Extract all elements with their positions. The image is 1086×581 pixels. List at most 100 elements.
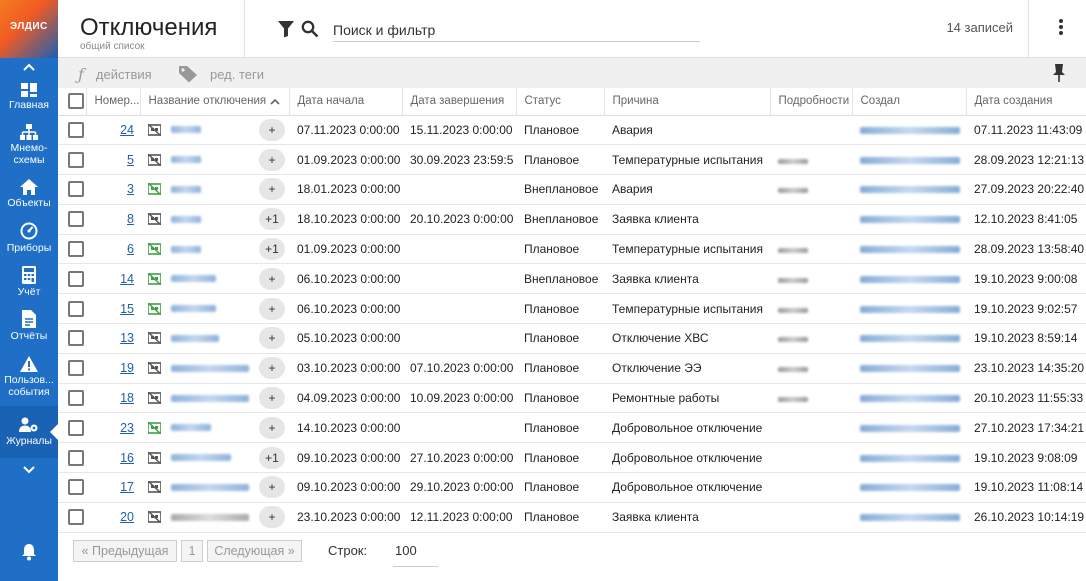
row-number-link[interactable]: 15 xyxy=(120,302,134,316)
row-checkbox[interactable] xyxy=(58,502,86,533)
row-number-link[interactable]: 3 xyxy=(127,182,134,196)
bell-icon[interactable] xyxy=(0,535,58,569)
table-row[interactable]: 24 +07.11.2023 0:00:00 15.11.2023 0:00:00 П… xyxy=(58,115,1086,146)
row-number-link[interactable]: 13 xyxy=(120,331,134,345)
logo[interactable]: ЭЛДИС xyxy=(0,0,58,58)
add-tag-button[interactable]: + xyxy=(259,297,285,320)
outage-name-redacted[interactable] xyxy=(171,454,231,462)
row-checkbox[interactable] xyxy=(58,263,86,295)
next-page-button[interactable]: Следующая » xyxy=(207,540,302,562)
sidebar-item-5[interactable]: Отчёты xyxy=(0,304,58,348)
add-tag-button[interactable]: + xyxy=(259,118,285,141)
table-row[interactable]: 20 +23.10.2023 0:00:00 12.11.2023 0:00:00 П… xyxy=(58,502,1086,533)
actions-button[interactable]: ƒ действия xyxy=(78,65,152,84)
add-tag-button[interactable]: +1 xyxy=(259,238,285,261)
search-input[interactable] xyxy=(333,18,700,42)
row-checkbox[interactable] xyxy=(58,144,86,176)
row-checkbox[interactable] xyxy=(58,472,86,503)
table-row[interactable]: 19 +03.10.2023 0:00:00 07.10.2023 0:00:00 П… xyxy=(58,353,1086,384)
outage-name-redacted[interactable] xyxy=(171,126,201,134)
column-header-status[interactable]: Статус xyxy=(515,88,604,116)
outage-name-redacted[interactable] xyxy=(171,156,201,164)
row-checkbox[interactable] xyxy=(58,174,86,205)
sidebar-item-4[interactable]: Учёт xyxy=(0,260,58,304)
add-tag-button[interactable]: +1 xyxy=(259,446,285,469)
outage-name-redacted[interactable] xyxy=(171,513,249,521)
add-tag-button[interactable]: + xyxy=(259,387,285,410)
sidebar-item-0[interactable]: Главная xyxy=(0,76,58,118)
column-header-end-date[interactable]: Дата завершения xyxy=(401,88,516,116)
row-number-link[interactable]: 18 xyxy=(120,391,134,405)
add-tag-button[interactable]: + xyxy=(259,506,285,529)
row-checkbox[interactable] xyxy=(58,204,86,235)
column-header-reason[interactable]: Причина xyxy=(603,88,770,116)
row-checkbox[interactable] xyxy=(58,323,86,354)
sidebar-scroll-down-icon[interactable] xyxy=(0,458,58,482)
filter-icon[interactable] xyxy=(278,20,294,43)
row-number-link[interactable]: 20 xyxy=(120,510,134,524)
outage-name-redacted[interactable] xyxy=(171,245,201,253)
table-row[interactable]: 13 +05.10.2023 0:00:00 Плановое Отключение … xyxy=(58,323,1086,354)
add-tag-button[interactable]: +1 xyxy=(259,208,285,231)
rows-per-page-select[interactable]: 100 xyxy=(393,543,438,567)
outage-name-redacted[interactable] xyxy=(171,483,249,491)
outage-name-redacted[interactable] xyxy=(171,424,211,432)
row-checkbox[interactable] xyxy=(58,383,86,414)
sidebar-item-2[interactable]: Объекты xyxy=(0,172,58,216)
table-row[interactable]: 8 +1 18.10.2023 0:00:00 20.10.2023 0:00:00 В… xyxy=(58,204,1086,235)
row-number-link[interactable]: 5 xyxy=(127,153,134,167)
select-all-checkbox[interactable] xyxy=(58,88,86,116)
sidebar-item-3[interactable]: Приборы xyxy=(0,216,58,260)
row-checkbox[interactable] xyxy=(58,234,86,265)
table-row[interactable]: 15 +06.10.2023 0:00:00 Плановое Температурн… xyxy=(58,293,1086,325)
table-row[interactable]: 5 +01.09.2023 0:00:00 30.09.2023 23:59:5 Пл… xyxy=(58,144,1086,176)
column-header-name[interactable]: Название отключения xyxy=(139,88,289,116)
add-tag-button[interactable]: + xyxy=(259,476,285,499)
sidebar-item-7[interactable]: Журналы xyxy=(0,406,58,458)
row-checkbox[interactable] xyxy=(58,442,86,474)
more-vert-icon[interactable] xyxy=(1059,18,1063,41)
row-number-link[interactable]: 24 xyxy=(120,123,134,137)
sidebar-item-1[interactable]: Мнемо-схемы xyxy=(0,118,58,172)
add-tag-button[interactable]: + xyxy=(259,148,285,171)
row-number-link[interactable]: 8 xyxy=(127,212,134,226)
outage-name-redacted[interactable] xyxy=(171,215,201,223)
page-number-button[interactable]: 1 xyxy=(181,540,203,562)
column-header-number[interactable]: Номер... xyxy=(85,88,140,116)
sidebar-scroll-up-icon[interactable] xyxy=(0,58,58,76)
add-tag-button[interactable]: + xyxy=(259,357,285,380)
table-row[interactable]: 6 +1 01.09.2023 0:00:00 Плановое Температурн… xyxy=(58,234,1086,265)
table-row[interactable]: 23 +14.10.2023 0:00:00 Плановое Добровольно… xyxy=(58,412,1086,444)
add-tag-button[interactable]: + xyxy=(259,267,285,290)
row-number-link[interactable]: 6 xyxy=(127,242,134,256)
table-row[interactable]: 18 +04.09.2023 0:00:00 10.09.2023 0:00:00 П… xyxy=(58,383,1086,414)
table-row[interactable]: 16 +1 09.10.2023 0:00:00 27.10.2023 0:00:00… xyxy=(58,442,1086,474)
edit-tags-button[interactable]: ред. теги xyxy=(178,65,264,83)
outage-name-redacted[interactable] xyxy=(171,185,201,193)
column-header-creator[interactable]: Создал xyxy=(851,88,966,116)
row-number-link[interactable]: 17 xyxy=(120,480,134,494)
row-checkbox[interactable] xyxy=(58,412,86,444)
table-row[interactable]: 3 +18.01.2023 0:00:00 Внеплановое Авария 27.… xyxy=(58,174,1086,205)
row-number-link[interactable]: 23 xyxy=(120,421,134,435)
column-header-details[interactable]: Подробности xyxy=(769,88,852,116)
outage-name-redacted[interactable] xyxy=(171,394,249,402)
row-checkbox[interactable] xyxy=(58,115,86,146)
add-tag-button[interactable]: + xyxy=(259,416,285,439)
add-tag-button[interactable]: + xyxy=(259,178,285,201)
search-icon[interactable] xyxy=(301,20,319,43)
row-checkbox[interactable] xyxy=(58,293,86,325)
prev-page-button[interactable]: « Предыдущая xyxy=(73,540,177,562)
row-number-link[interactable]: 16 xyxy=(120,451,134,465)
sidebar-item-6[interactable]: Пользов... события xyxy=(0,348,58,406)
column-header-created-date[interactable]: Дата создания xyxy=(965,88,1086,116)
row-number-link[interactable]: 19 xyxy=(120,361,134,375)
table-row[interactable]: 17 +09.10.2023 0:00:00 29.10.2023 0:00:00 П… xyxy=(58,472,1086,503)
outage-name-redacted[interactable] xyxy=(171,334,219,342)
row-number-link[interactable]: 14 xyxy=(120,272,134,286)
table-row[interactable]: 14 +06.10.2023 0:00:00 Внеплановое Заявка к… xyxy=(58,263,1086,295)
pin-icon[interactable] xyxy=(1052,63,1066,88)
column-header-start-date[interactable]: Дата начала xyxy=(288,88,402,116)
outage-name-redacted[interactable] xyxy=(171,305,216,313)
row-checkbox[interactable] xyxy=(58,353,86,384)
